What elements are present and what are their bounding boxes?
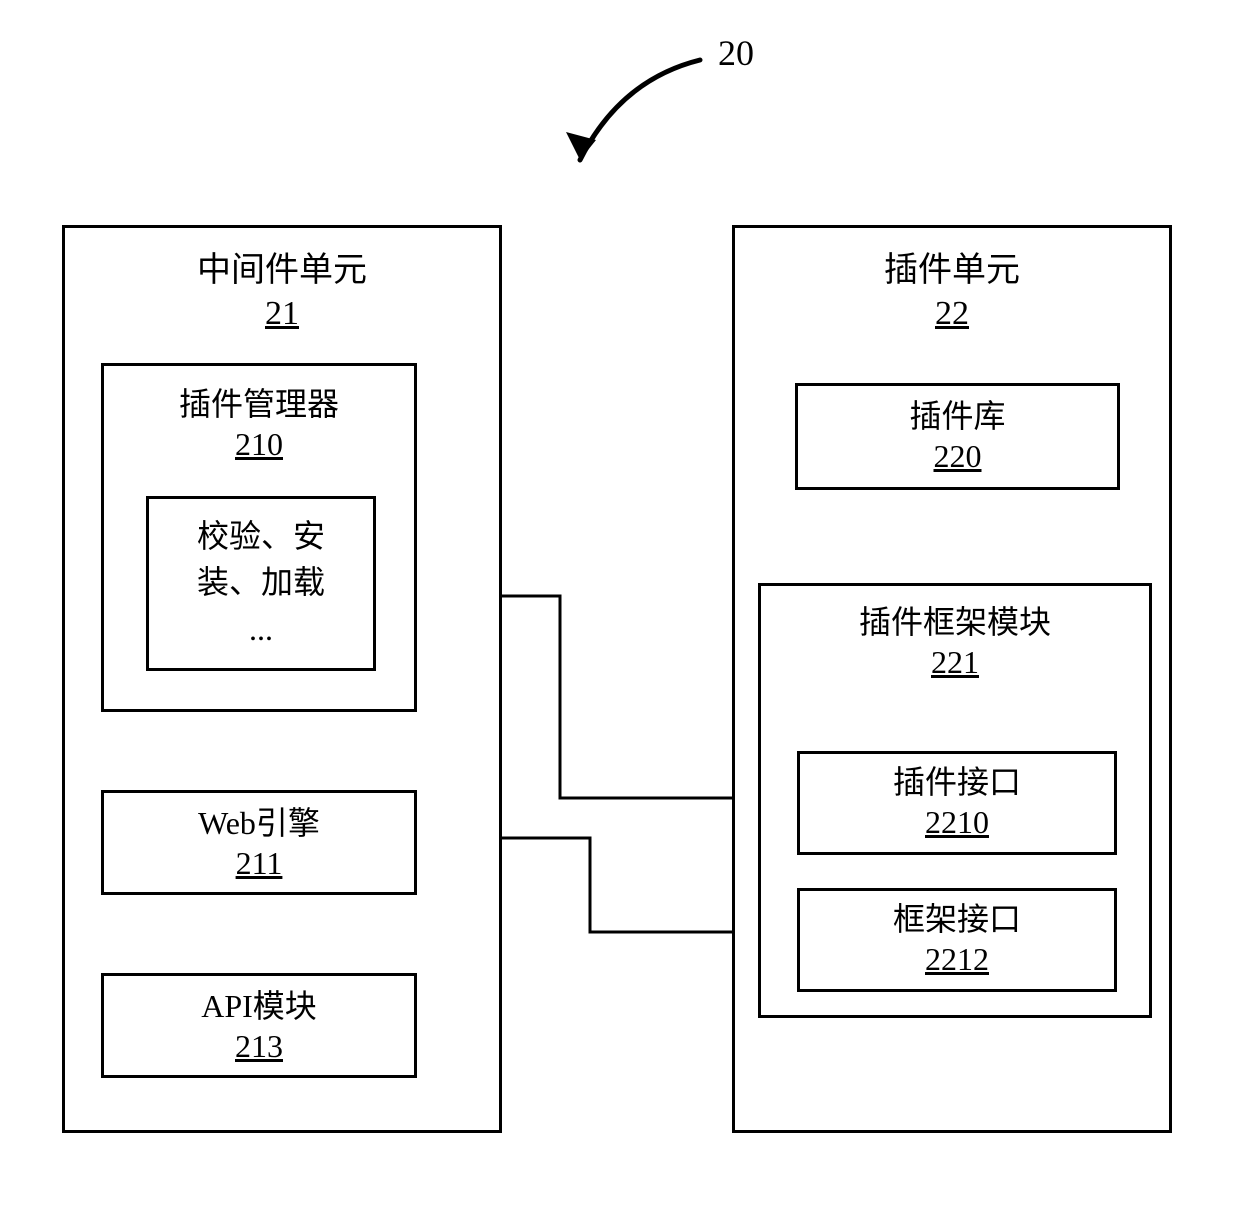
plugin-interface-box: 插件接口 2210 (797, 751, 1117, 855)
plugin-framework-id: 221 (761, 642, 1149, 682)
plugin-library-title: 插件库 (798, 396, 1117, 436)
plugin-manager-title: 插件管理器 (104, 384, 414, 424)
api-module-box: API模块 213 (101, 973, 417, 1078)
web-engine-id: 211 (104, 843, 414, 883)
middleware-unit-box: 中间件单元 21 插件管理器 210 校验、安 装、加载 ... Web引擎 2 (62, 225, 502, 1133)
api-module-id: 213 (104, 1026, 414, 1066)
diagram-id-label: 20 (718, 32, 754, 74)
plugin-manager-box: 插件管理器 210 校验、安 装、加载 ... (101, 363, 417, 712)
frame-interface-box: 框架接口 2212 (797, 888, 1117, 992)
plugin-manager-ops-box: 校验、安 装、加载 ... (146, 496, 376, 671)
web-engine-box: Web引擎 211 (101, 790, 417, 895)
plugin-unit-box: 插件单元 22 插件库 220 插件框架模块 221 插件接口 2210 (732, 225, 1172, 1133)
ops-line-3: ... (155, 606, 367, 652)
diagram-canvas: 20 中间件单元 21 插件管理器 210 校验、安 装、加载 ... (0, 0, 1240, 1213)
middleware-unit-id: 21 (65, 293, 499, 336)
frame-interface-title: 框架接口 (800, 899, 1114, 939)
plugin-interface-title: 插件接口 (800, 762, 1114, 802)
plugin-framework-title: 插件框架模块 (761, 602, 1149, 642)
plugin-framework-box: 插件框架模块 221 插件接口 2210 框架接口 2212 (758, 583, 1152, 1018)
api-module-title: API模块 (104, 986, 414, 1026)
ops-line-1: 校验、安 (155, 513, 367, 559)
plugin-interface-id: 2210 (800, 802, 1114, 842)
plugin-library-box: 插件库 220 (795, 383, 1120, 490)
plugin-unit-title: 插件单元 (735, 250, 1169, 293)
pointer-arrow (580, 60, 700, 160)
web-engine-title: Web引擎 (104, 803, 414, 843)
plugin-unit-id: 22 (735, 293, 1169, 336)
ops-line-2: 装、加载 (155, 559, 367, 605)
plugin-manager-id: 210 (104, 424, 414, 464)
middleware-unit-title: 中间件单元 (65, 250, 499, 293)
frame-interface-id: 2212 (800, 939, 1114, 979)
plugin-library-id: 220 (798, 436, 1117, 476)
